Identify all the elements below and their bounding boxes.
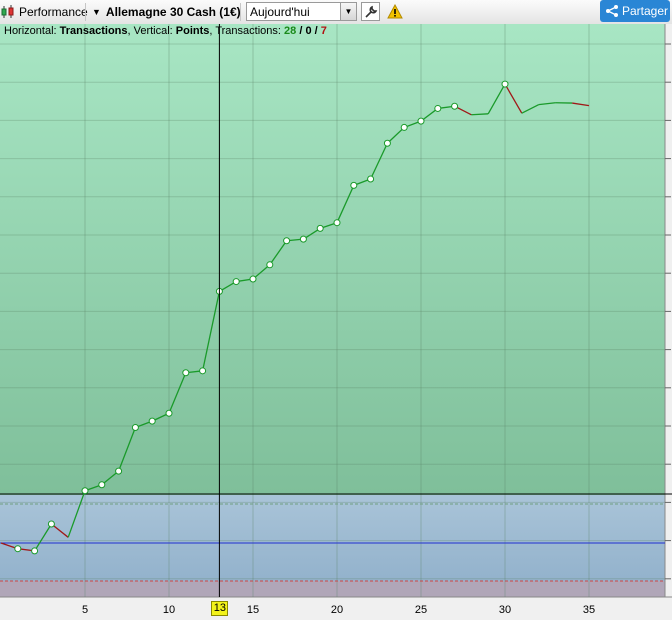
loss-zone <box>0 581 665 597</box>
toolbar-divider <box>85 3 86 21</box>
x-tick-label: 35 <box>582 604 596 616</box>
cursor-x-label: 13 <box>211 601 229 616</box>
x-tick-label: 5 <box>81 604 89 616</box>
x-tick-label: 10 <box>162 604 176 616</box>
warning-icon[interactable] <box>387 3 403 20</box>
transactions-prefix: , Transactions: <box>209 25 285 37</box>
chart-info: Horizontal: Transactions, Vertical: Poin… <box>4 25 327 37</box>
vertical-prefix: , Vertical: <box>127 25 176 37</box>
wins-count: 28 <box>284 25 297 37</box>
data-point[interactable] <box>316 224 324 232</box>
x-tick-label: 15 <box>246 604 260 616</box>
instrument-label: Allemagne 30 Cash (1€) <box>105 5 241 19</box>
performance-label[interactable]: Performance <box>19 0 88 24</box>
data-point[interactable] <box>266 261 274 269</box>
period-value: Aujourd'hui <box>250 5 310 19</box>
data-point[interactable] <box>47 520 55 528</box>
data-point[interactable] <box>383 139 391 147</box>
data-point[interactable] <box>400 123 408 131</box>
data-point[interactable] <box>434 104 442 112</box>
data-point[interactable] <box>299 235 307 243</box>
vertical-value: Points <box>175 25 210 37</box>
share-label: Partager <box>622 4 669 18</box>
caret-down-icon: ▼ <box>92 7 101 17</box>
data-point[interactable] <box>333 219 341 227</box>
data-point[interactable] <box>165 409 173 417</box>
share-button[interactable]: Partager <box>600 0 670 22</box>
separator: / <box>311 25 321 37</box>
gain-zone <box>0 24 665 495</box>
data-point[interactable] <box>501 80 509 88</box>
data-point[interactable] <box>98 481 106 489</box>
data-point[interactable] <box>417 117 425 125</box>
data-point[interactable] <box>14 545 22 553</box>
losses-count: 7 <box>320 25 327 37</box>
data-point[interactable] <box>81 487 89 495</box>
toolbar: Performance ▼ Allemagne 30 Cash (1€) Auj… <box>0 0 672 25</box>
data-point[interactable] <box>350 181 358 189</box>
data-point[interactable] <box>249 275 257 283</box>
wrench-icon[interactable] <box>361 2 380 21</box>
data-point[interactable] <box>115 467 123 475</box>
toolbar-divider <box>240 3 241 21</box>
share-icon <box>605 4 619 18</box>
data-point[interactable] <box>283 237 291 245</box>
horizontal-value: Transactions <box>59 25 128 37</box>
data-point[interactable] <box>131 423 139 431</box>
horizontal-prefix: Horizontal: <box>4 25 60 37</box>
candlestick-icon[interactable] <box>1 0 17 24</box>
x-tick-label: 25 <box>414 604 428 616</box>
dropdown-arrow-icon[interactable]: ▼ <box>340 3 356 20</box>
neutral-zone <box>0 495 665 581</box>
data-point[interactable] <box>367 175 375 183</box>
data-point[interactable] <box>232 278 240 286</box>
period-select[interactable]: Aujourd'hui ▼ <box>246 2 357 21</box>
right-axis-panel <box>665 24 672 597</box>
data-point[interactable] <box>148 417 156 425</box>
instrument-selector[interactable]: ▼ Allemagne 30 Cash (1€) <box>92 0 241 24</box>
data-point[interactable] <box>182 369 190 377</box>
x-tick-label: 20 <box>330 604 344 616</box>
x-tick-label: 30 <box>498 604 512 616</box>
data-point[interactable] <box>451 102 459 110</box>
data-point[interactable] <box>199 367 207 375</box>
performance-chart[interactable] <box>0 24 672 620</box>
data-point[interactable] <box>31 547 39 555</box>
